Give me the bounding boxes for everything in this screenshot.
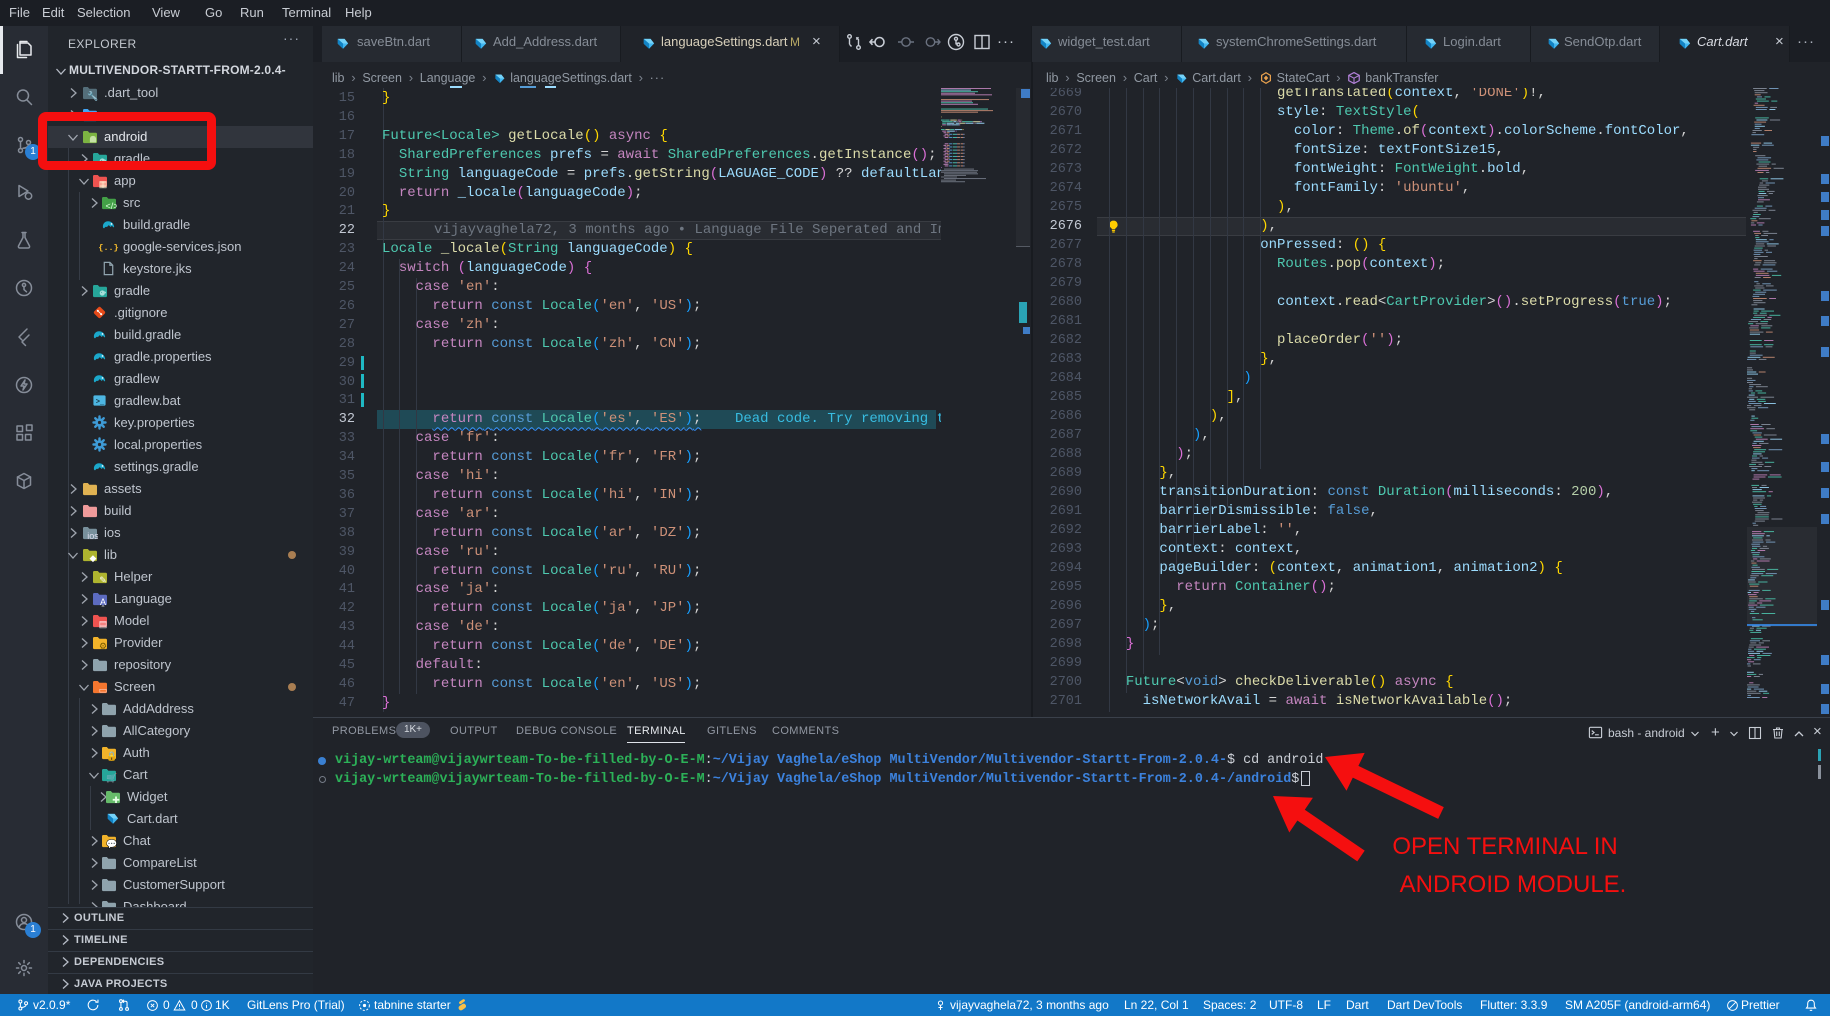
svg-text:💬: 💬 <box>106 838 117 849</box>
svg-text:🛒: 🛒 <box>106 772 117 783</box>
svg-text:🔧: 🔧 <box>87 90 98 101</box>
svg-text:◆: ◆ <box>90 553 97 563</box>
svg-text:▦: ▦ <box>99 179 108 189</box>
svg-text:🔒: 🔒 <box>106 751 117 761</box>
svg-text:✚: ✚ <box>112 795 120 805</box>
svg-text:⚙: ⚙ <box>99 641 107 651</box>
svg-text:>_: >_ <box>96 398 105 406</box>
svg-text:A̯: A̯ <box>100 597 106 607</box>
svg-text:ios: ios <box>87 531 98 541</box>
svg-text:✎: ✎ <box>99 575 107 585</box>
svg-text:▤: ▤ <box>99 619 108 629</box>
svg-text:</>: </> <box>105 201 117 211</box>
svg-text:▭: ▭ <box>99 685 108 695</box>
svg-text:{..}: {..} <box>98 243 118 253</box>
